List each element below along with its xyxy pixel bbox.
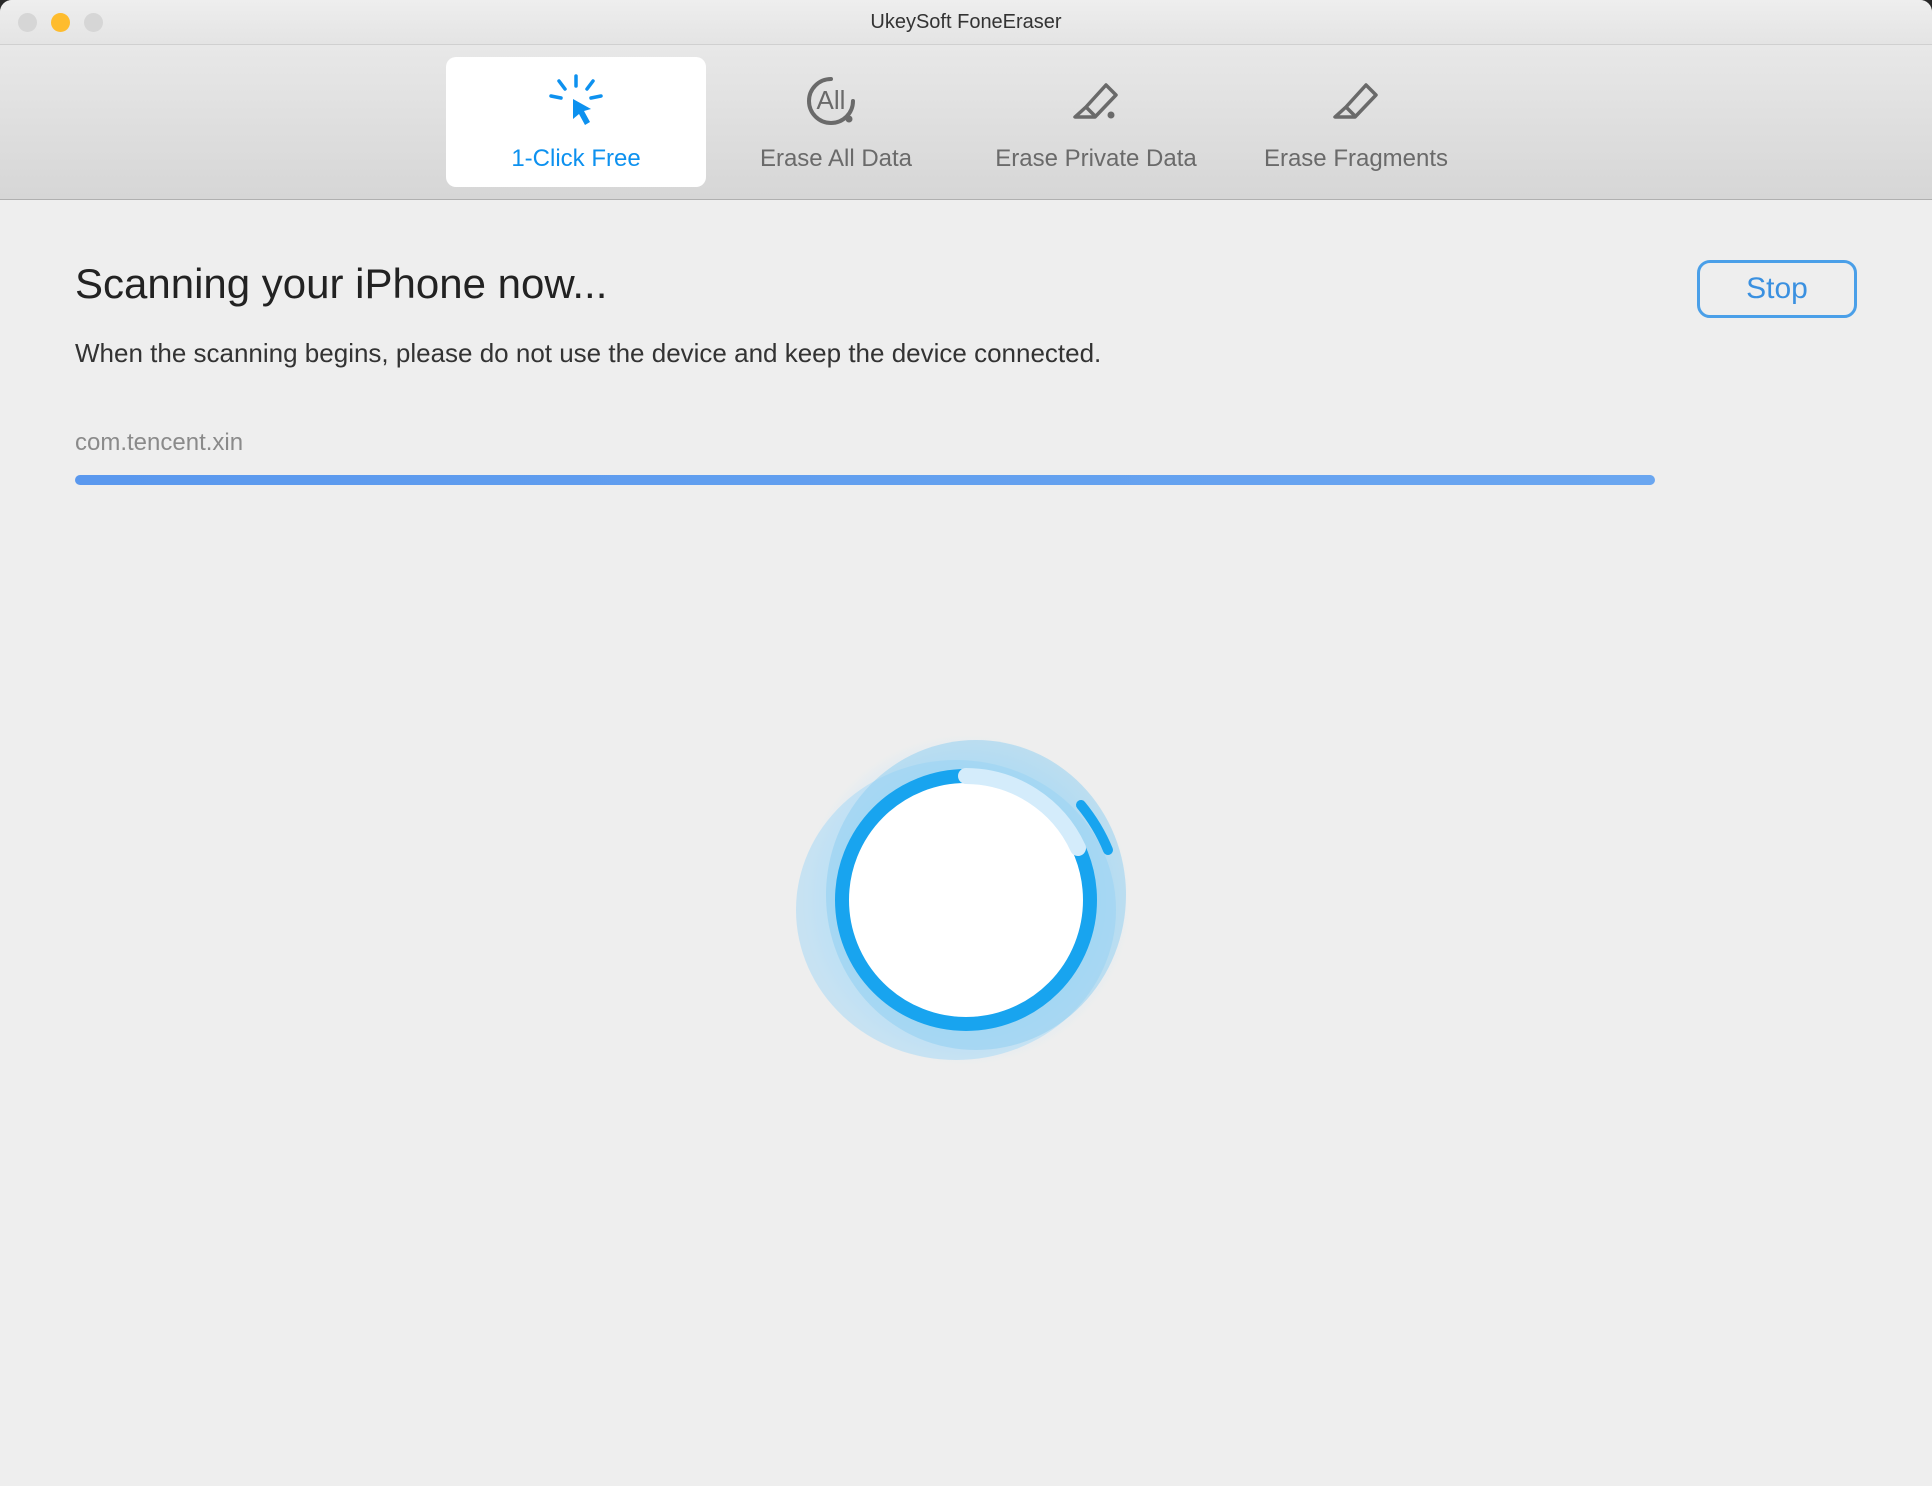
loading-spinner [786, 720, 1146, 1080]
tab-1-click-free[interactable]: 1-Click Free [446, 57, 706, 187]
tab-label: Erase All Data [760, 145, 912, 173]
tab-erase-private-data[interactable]: Erase Private Data [966, 57, 1226, 187]
close-button[interactable] [18, 13, 37, 32]
current-scan-item: com.tencent.xin [75, 429, 1857, 457]
page-heading: Scanning your iPhone now... [75, 260, 1101, 308]
content-area: Scanning your iPhone now... When the sca… [0, 200, 1932, 1486]
stop-button[interactable]: Stop [1697, 260, 1857, 318]
tab-erase-fragments[interactable]: Erase Fragments [1226, 57, 1486, 187]
tab-label: Erase Fragments [1264, 145, 1448, 173]
app-window: UkeySoft FoneEraser 1-Click Free [0, 0, 1932, 1486]
progress-fill [75, 475, 1655, 485]
erase-fragments-icon [1321, 71, 1391, 131]
svg-text:All: All [817, 85, 846, 115]
tab-erase-all-data[interactable]: All Erase All Data [706, 57, 966, 187]
titlebar: UkeySoft FoneEraser [0, 0, 1932, 45]
header-row: Scanning your iPhone now... When the sca… [75, 260, 1857, 429]
maximize-button[interactable] [84, 13, 103, 32]
tab-label: Erase Private Data [995, 145, 1196, 173]
erase-private-icon [1061, 71, 1131, 131]
page-subheading: When the scanning begins, please do not … [75, 338, 1101, 369]
toolbar: 1-Click Free All Erase All Data Erase [0, 45, 1932, 200]
minimize-button[interactable] [51, 13, 70, 32]
progress-bar [75, 475, 1655, 485]
tab-label: 1-Click Free [511, 145, 640, 173]
window-controls [18, 13, 103, 32]
window-title: UkeySoft FoneEraser [870, 11, 1061, 34]
erase-all-icon: All [801, 71, 871, 131]
click-free-icon [541, 71, 611, 131]
